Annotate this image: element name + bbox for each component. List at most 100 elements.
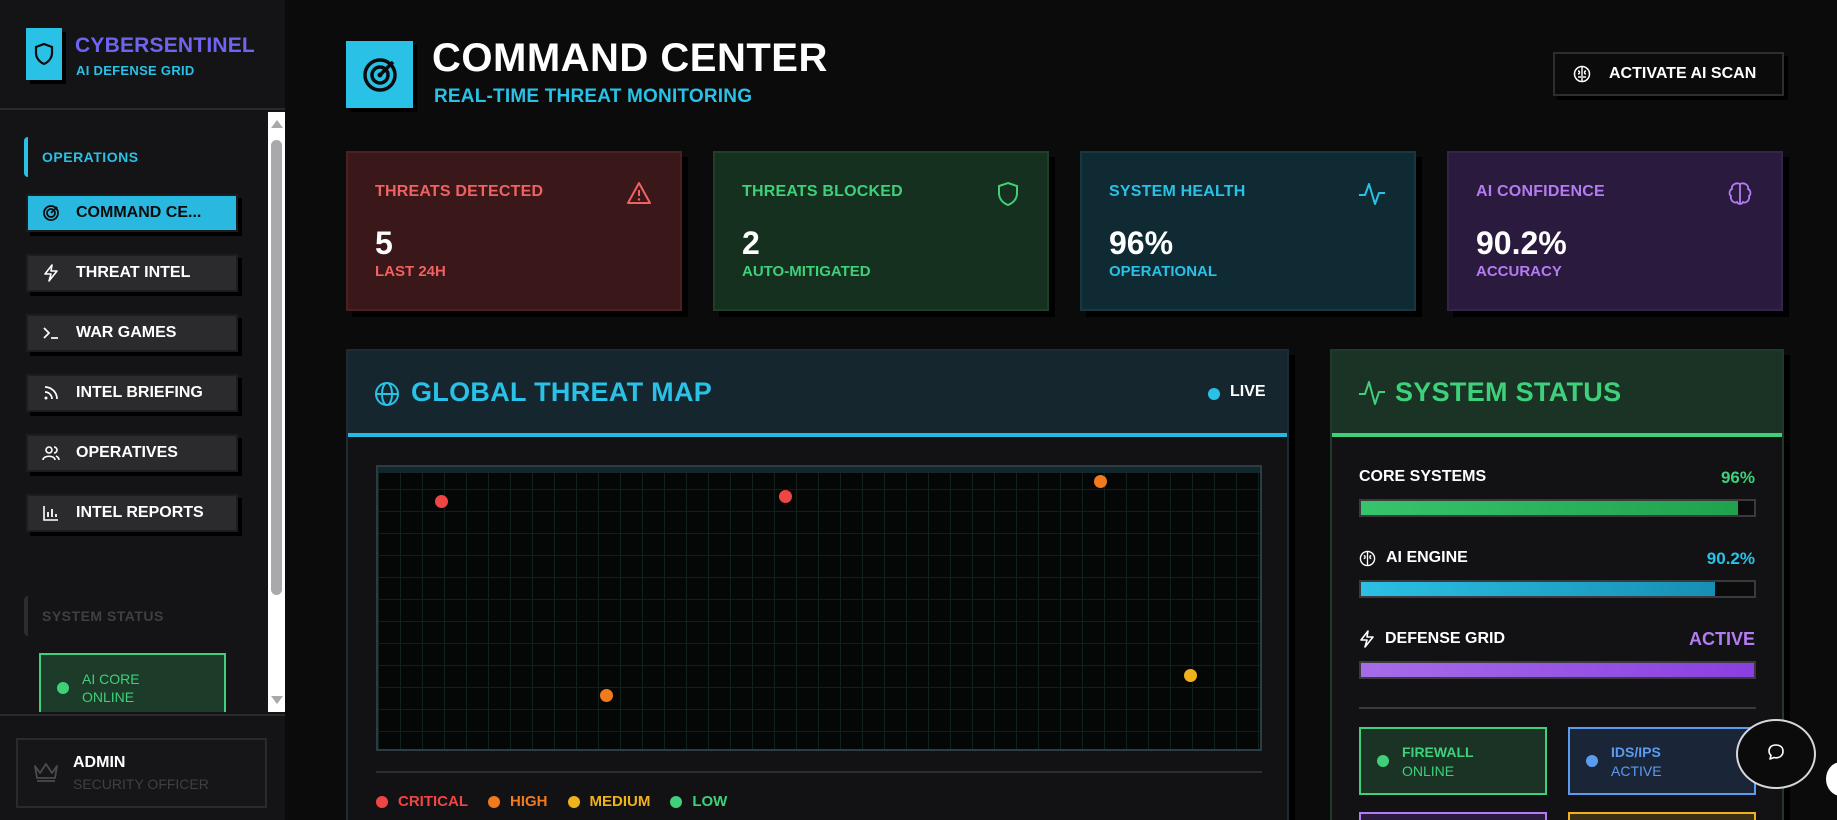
stat-label: AI CONFIDENCE — [1476, 183, 1605, 200]
service-card-partial — [1359, 812, 1547, 820]
brand-title: CYBERSENTINEL — [75, 34, 255, 57]
threat-map-canvas[interactable] — [376, 465, 1262, 751]
stat-sub: AUTO-MITIGATED — [742, 263, 871, 280]
metric-value-core-systems: 96% — [1720, 468, 1755, 487]
metric-label-defense-grid: DEFENSE GRID — [1359, 630, 1505, 648]
threat-map-title: GLOBAL THREAT MAP — [411, 377, 713, 407]
system-status-header: SYSTEM STATUS — [1332, 351, 1782, 437]
shield-icon — [997, 181, 1019, 212]
progress-fill — [1361, 501, 1739, 515]
progress-fill — [1361, 663, 1754, 677]
brain-icon — [1727, 181, 1753, 212]
alert-triangle-icon — [626, 181, 652, 210]
scroll-thumb[interactable] — [271, 140, 282, 595]
progress-bar-core-systems — [1359, 499, 1756, 517]
lightning-icon — [42, 264, 60, 282]
service-state: ACTIVE — [1611, 763, 1662, 779]
status-card-state: ONLINE — [82, 689, 135, 705]
metric-value-ai-engine: 90.2% — [1706, 549, 1755, 568]
progress-bar-ai-engine — [1359, 580, 1756, 598]
user-area: ADMIN SECURITY OFFICER — [0, 714, 285, 820]
sidebar-item-label: INTEL REPORTS — [76, 504, 204, 521]
threat-marker-critical[interactable] — [435, 495, 448, 508]
scan-button-label: ACTIVATE AI SCAN — [1609, 65, 1757, 82]
stat-card-threats-detected: THREATS DETECTED 5 LAST 24H — [346, 151, 682, 311]
threat-map-header: GLOBAL THREAT MAP LIVE — [348, 351, 1287, 437]
threat-legend: CRITICAL HIGH MEDIUM LOW — [376, 793, 747, 810]
page-subtitle: REAL-TIME THREAT MONITORING — [434, 86, 753, 107]
stat-card-ai-confidence: AI CONFIDENCE 90.2% ACCURACY — [1447, 151, 1783, 311]
brain-icon — [1359, 550, 1376, 567]
stat-card-system-health: SYSTEM HEALTH 96% OPERATIONAL — [1080, 151, 1416, 311]
legend-item-high: HIGH — [488, 793, 548, 810]
status-card-title: AI CORE — [82, 671, 140, 687]
status-dot — [1377, 755, 1389, 767]
brand: CYBERSENTINEL AI DEFENSE GRID — [0, 0, 285, 110]
command-center-logo-icon — [346, 41, 413, 108]
legend-divider — [376, 771, 1262, 773]
legend-item-low: LOW — [670, 793, 727, 810]
sidebar-item-intel-briefing[interactable]: INTEL BRIEFING — [26, 374, 238, 412]
section-label-operations: OPERATIONS — [24, 137, 139, 177]
threat-marker-high[interactable] — [1094, 475, 1107, 488]
live-indicator-label: LIVE — [1230, 383, 1266, 400]
stat-value: 2 — [742, 225, 760, 261]
sidebar-item-label: INTEL BRIEFING — [76, 384, 203, 401]
chat-button[interactable] — [1736, 719, 1816, 789]
sidebar-item-label: WAR GAMES — [76, 324, 177, 341]
terminal-icon — [42, 324, 60, 342]
sidebar-item-war-games[interactable]: WAR GAMES — [26, 314, 238, 352]
globe-icon — [374, 381, 400, 412]
status-dot — [1586, 755, 1598, 767]
system-status-panel: SYSTEM STATUS CORE SYSTEMS 96% AI ENGINE… — [1330, 349, 1784, 820]
service-name: FIREWALL — [1402, 744, 1474, 760]
rss-icon — [42, 384, 60, 402]
chat-bubble-icon — [1766, 742, 1786, 767]
section-label-system-status: SYSTEM STATUS — [24, 596, 164, 636]
sidebar-item-threat-intel[interactable]: THREAT INTEL — [26, 254, 238, 292]
stat-label: SYSTEM HEALTH — [1109, 183, 1246, 200]
stat-sub: ACCURACY — [1476, 263, 1562, 280]
progress-bar-defense-grid — [1359, 661, 1756, 679]
threat-marker-medium[interactable] — [1184, 669, 1197, 682]
user-name: ADMIN — [73, 754, 126, 771]
lightning-icon — [1359, 630, 1375, 648]
stat-label: THREATS DETECTED — [375, 183, 544, 200]
threat-marker-high[interactable] — [600, 689, 613, 702]
service-state: ONLINE — [1402, 763, 1455, 779]
stat-sub: OPERATIONAL — [1109, 263, 1218, 280]
shield-icon — [26, 28, 62, 80]
status-divider — [1359, 707, 1756, 709]
service-card-ids-ips: IDS/IPS ACTIVE — [1568, 727, 1756, 795]
global-threat-map-panel: GLOBAL THREAT MAP LIVE CRITICAL HIGH MED… — [346, 349, 1289, 820]
metric-value-defense-grid: ACTIVE — [1688, 629, 1755, 649]
ai-core-status-card: AI CORE ONLINE — [39, 653, 226, 712]
user-role: SECURITY OFFICER — [73, 776, 209, 792]
user-card[interactable]: ADMIN SECURITY OFFICER — [16, 738, 267, 808]
floating-widget-edge[interactable] — [1826, 762, 1837, 796]
stat-label: THREATS BLOCKED — [742, 183, 903, 200]
page-title: COMMAND CENTER — [432, 36, 828, 80]
metric-label-ai-engine: AI ENGINE — [1359, 549, 1468, 567]
users-icon — [42, 444, 60, 462]
status-dot — [57, 682, 69, 694]
progress-fill — [1361, 582, 1716, 596]
sidebar-scrollbar[interactable] — [268, 112, 285, 712]
scroll-down-arrow-icon[interactable] — [271, 696, 283, 704]
legend-item-medium: MEDIUM — [567, 793, 650, 810]
activate-ai-scan-button[interactable]: ACTIVATE AI SCAN — [1553, 52, 1784, 96]
live-indicator-dot — [1208, 388, 1220, 400]
sidebar-item-command-center[interactable]: COMMAND CE... — [26, 194, 238, 232]
sidebar-item-label: COMMAND CE... — [76, 204, 202, 221]
system-status-title: SYSTEM STATUS — [1395, 377, 1622, 407]
sidebar-item-operatives[interactable]: OPERATIVES — [26, 434, 238, 472]
stat-value: 90.2% — [1476, 225, 1567, 261]
sidebar: CYBERSENTINEL AI DEFENSE GRID OPERATIONS… — [0, 0, 285, 820]
sidebar-item-label: THREAT INTEL — [76, 264, 191, 281]
stat-card-threats-blocked: THREATS BLOCKED 2 AUTO-MITIGATED — [713, 151, 1049, 311]
target-icon — [42, 204, 60, 222]
scroll-up-arrow-icon[interactable] — [271, 120, 283, 128]
threat-marker-critical[interactable] — [779, 490, 792, 503]
service-card-firewall: FIREWALL ONLINE — [1359, 727, 1547, 795]
sidebar-item-intel-reports[interactable]: INTEL REPORTS — [26, 494, 238, 532]
